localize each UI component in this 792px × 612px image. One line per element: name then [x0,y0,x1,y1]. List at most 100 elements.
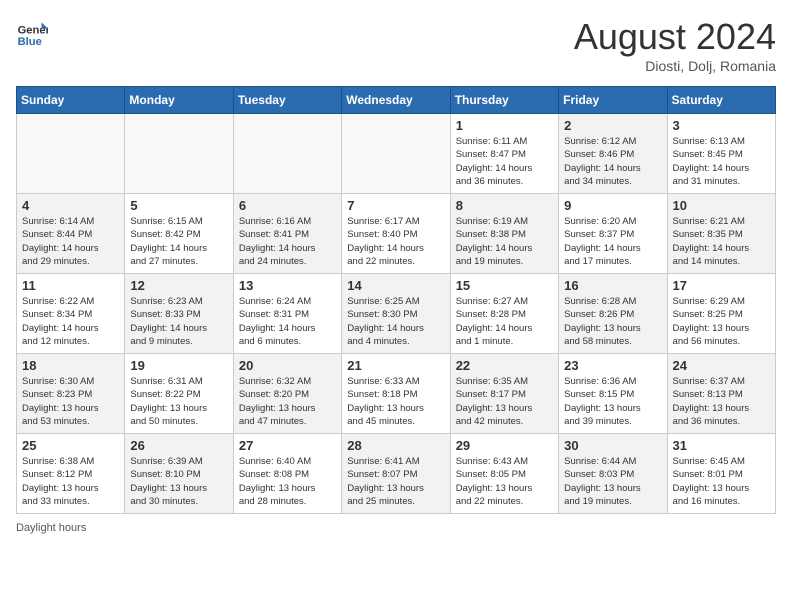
calendar-cell: 25 Sunrise: 6:38 AM Sunset: 8:12 PM Dayli… [17,434,125,514]
day-info: Sunrise: 6:30 AM Sunset: 8:23 PM Dayligh… [22,375,119,428]
day-number: 7 [347,198,444,213]
day-info: Sunrise: 6:21 AM Sunset: 8:35 PM Dayligh… [673,215,770,268]
calendar-cell: 8 Sunrise: 6:19 AM Sunset: 8:38 PM Daylig… [450,194,558,274]
footer: Daylight hours [16,522,776,534]
calendar-cell: 23 Sunrise: 6:36 AM Sunset: 8:15 PM Dayli… [559,354,667,434]
calendar-cell [17,114,125,194]
calendar-cell: 20 Sunrise: 6:32 AM Sunset: 8:20 PM Dayli… [233,354,341,434]
calendar-cell: 12 Sunrise: 6:23 AM Sunset: 8:33 PM Dayli… [125,274,233,354]
day-info: Sunrise: 6:44 AM Sunset: 8:03 PM Dayligh… [564,455,661,508]
calendar-cell: 16 Sunrise: 6:28 AM Sunset: 8:26 PM Dayli… [559,274,667,354]
calendar-cell: 24 Sunrise: 6:37 AM Sunset: 8:13 PM Dayli… [667,354,775,434]
day-info: Sunrise: 6:11 AM Sunset: 8:47 PM Dayligh… [456,135,553,188]
calendar-header-wednesday: Wednesday [342,87,450,114]
calendar-header-tuesday: Tuesday [233,87,341,114]
day-info: Sunrise: 6:12 AM Sunset: 8:46 PM Dayligh… [564,135,661,188]
day-number: 2 [564,118,661,133]
day-number: 21 [347,358,444,373]
calendar-cell: 26Sunrise: 6:39 AM Sunset: 8:10 PM Dayli… [125,434,233,514]
page-header: General Blue August 2024 Diosti, Dolj, R… [16,16,776,74]
day-info: Sunrise: 6:43 AM Sunset: 8:05 PM Dayligh… [456,455,553,508]
logo-icon: General Blue [16,16,48,48]
calendar-cell: 21 Sunrise: 6:33 AM Sunset: 8:18 PM Dayli… [342,354,450,434]
location-subtitle: Diosti, Dolj, Romania [574,58,776,74]
day-number: 4 [22,198,119,213]
day-info: Sunrise: 6:37 AM Sunset: 8:13 PM Dayligh… [673,375,770,428]
day-info: Sunrise: 6:31 AM Sunset: 8:22 PM Dayligh… [130,375,227,428]
day-number: 17 [673,278,770,293]
day-info: Sunrise: 6:28 AM Sunset: 8:26 PM Dayligh… [564,295,661,348]
calendar-cell: 9Sunrise: 6:20 AM Sunset: 8:37 PM Daylig… [559,194,667,274]
day-info: Sunrise: 6:25 AM Sunset: 8:30 PM Dayligh… [347,295,444,348]
day-number: 22 [456,358,553,373]
calendar-week-row: 11Sunrise: 6:22 AM Sunset: 8:34 PM Dayli… [17,274,776,354]
calendar-header-friday: Friday [559,87,667,114]
calendar-cell [233,114,341,194]
day-info: Sunrise: 6:13 AM Sunset: 8:45 PM Dayligh… [673,135,770,188]
calendar-cell: 10 Sunrise: 6:21 AM Sunset: 8:35 PM Dayli… [667,194,775,274]
day-info: Sunrise: 6:39 AM Sunset: 8:10 PM Dayligh… [130,455,227,508]
calendar-cell [125,114,233,194]
day-info: Sunrise: 6:27 AM Sunset: 8:28 PM Dayligh… [456,295,553,348]
calendar-header-sunday: Sunday [17,87,125,114]
calendar-cell: 6Sunrise: 6:16 AM Sunset: 8:41 PM Daylig… [233,194,341,274]
day-info: Sunrise: 6:35 AM Sunset: 8:17 PM Dayligh… [456,375,553,428]
calendar-cell: 15 Sunrise: 6:27 AM Sunset: 8:28 PM Dayli… [450,274,558,354]
day-number: 23 [564,358,661,373]
calendar-cell: 2 Sunrise: 6:12 AM Sunset: 8:46 PM Daylig… [559,114,667,194]
day-number: 10 [673,198,770,213]
calendar-week-row: 18 Sunrise: 6:30 AM Sunset: 8:23 PM Dayli… [17,354,776,434]
day-number: 16 [564,278,661,293]
calendar-cell: 30Sunrise: 6:44 AM Sunset: 8:03 PM Dayli… [559,434,667,514]
day-info: Sunrise: 6:14 AM Sunset: 8:44 PM Dayligh… [22,215,119,268]
day-number: 18 [22,358,119,373]
day-number: 20 [239,358,336,373]
day-info: Sunrise: 6:41 AM Sunset: 8:07 PM Dayligh… [347,455,444,508]
calendar-cell: 27Sunrise: 6:40 AM Sunset: 8:08 PM Dayli… [233,434,341,514]
title-block: August 2024 Diosti, Dolj, Romania [574,16,776,74]
day-info: Sunrise: 6:45 AM Sunset: 8:01 PM Dayligh… [673,455,770,508]
day-number: 24 [673,358,770,373]
svg-text:Blue: Blue [18,36,42,48]
calendar-header-row: SundayMondayTuesdayWednesdayThursdayFrid… [17,87,776,114]
calendar-cell: 29Sunrise: 6:43 AM Sunset: 8:05 PM Dayli… [450,434,558,514]
day-number: 31 [673,438,770,453]
calendar-cell: 18 Sunrise: 6:30 AM Sunset: 8:23 PM Dayli… [17,354,125,434]
calendar-week-row: 4 Sunrise: 6:14 AM Sunset: 8:44 PM Daylig… [17,194,776,274]
calendar-cell: 28 Sunrise: 6:41 AM Sunset: 8:07 PM Dayli… [342,434,450,514]
calendar-header-saturday: Saturday [667,87,775,114]
calendar-cell: 3Sunrise: 6:13 AM Sunset: 8:45 PM Daylig… [667,114,775,194]
day-number: 14 [347,278,444,293]
day-number: 1 [456,118,553,133]
calendar-cell: 31 Sunrise: 6:45 AM Sunset: 8:01 PM Dayli… [667,434,775,514]
day-number: 9 [564,198,661,213]
day-info: Sunrise: 6:38 AM Sunset: 8:12 PM Dayligh… [22,455,119,508]
calendar-week-row: 1 Sunrise: 6:11 AM Sunset: 8:47 PM Daylig… [17,114,776,194]
calendar-cell [342,114,450,194]
day-info: Sunrise: 6:33 AM Sunset: 8:18 PM Dayligh… [347,375,444,428]
calendar-week-row: 25 Sunrise: 6:38 AM Sunset: 8:12 PM Dayli… [17,434,776,514]
day-number: 6 [239,198,336,213]
day-number: 15 [456,278,553,293]
day-info: Sunrise: 6:15 AM Sunset: 8:42 PM Dayligh… [130,215,227,268]
day-info: Sunrise: 6:32 AM Sunset: 8:20 PM Dayligh… [239,375,336,428]
calendar-cell: 7Sunrise: 6:17 AM Sunset: 8:40 PM Daylig… [342,194,450,274]
logo: General Blue [16,16,48,48]
day-number: 25 [22,438,119,453]
day-number: 19 [130,358,227,373]
day-number: 8 [456,198,553,213]
day-info: Sunrise: 6:36 AM Sunset: 8:15 PM Dayligh… [564,375,661,428]
calendar-header-monday: Monday [125,87,233,114]
calendar-table: SundayMondayTuesdayWednesdayThursdayFrid… [16,86,776,514]
month-title: August 2024 [574,16,776,58]
day-number: 5 [130,198,227,213]
day-number: 13 [239,278,336,293]
day-info: Sunrise: 6:24 AM Sunset: 8:31 PM Dayligh… [239,295,336,348]
day-info: Sunrise: 6:29 AM Sunset: 8:25 PM Dayligh… [673,295,770,348]
day-info: Sunrise: 6:23 AM Sunset: 8:33 PM Dayligh… [130,295,227,348]
calendar-cell: 1 Sunrise: 6:11 AM Sunset: 8:47 PM Daylig… [450,114,558,194]
day-info: Sunrise: 6:19 AM Sunset: 8:38 PM Dayligh… [456,215,553,268]
calendar-cell: 11Sunrise: 6:22 AM Sunset: 8:34 PM Dayli… [17,274,125,354]
day-number: 12 [130,278,227,293]
day-number: 28 [347,438,444,453]
